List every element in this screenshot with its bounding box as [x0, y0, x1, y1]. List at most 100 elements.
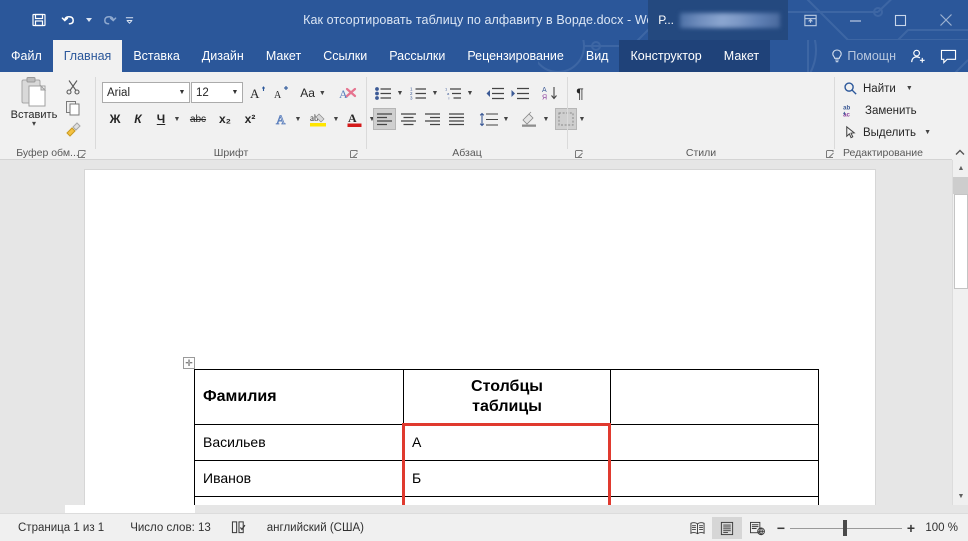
table-cell-surname[interactable]: Васильев	[195, 425, 404, 461]
font-size-combo[interactable]: 12 ▼	[191, 82, 243, 103]
font-family-dropdown-icon[interactable]: ▼	[175, 89, 189, 96]
word-count-status[interactable]: Число слов: 13	[130, 522, 211, 534]
print-layout-icon[interactable]	[712, 517, 742, 539]
scroll-down-icon[interactable]: ▼	[953, 488, 968, 505]
underline-button[interactable]: Ч	[150, 108, 172, 130]
collapse-ribbon-button[interactable]	[952, 144, 968, 160]
align-right-button[interactable]	[421, 108, 444, 130]
document-area[interactable]: ✛ Фамилия Столбцы таблицы Васильев А	[0, 160, 952, 505]
multilevel-list-dropdown-icon[interactable]: ▼	[464, 82, 476, 104]
underline-dropdown-icon[interactable]: ▼	[171, 108, 183, 130]
tab-design[interactable]: Дизайн	[191, 40, 255, 72]
shading-dropdown-icon[interactable]: ▼	[540, 108, 552, 130]
table-header-cell-surname[interactable]: Фамилия	[195, 370, 404, 425]
line-spacing-button[interactable]	[477, 108, 501, 130]
font-color-button[interactable]: A	[344, 108, 366, 130]
change-case-button[interactable]: Aa ▼	[296, 82, 330, 104]
tab-layout[interactable]: Макет	[255, 40, 312, 72]
table-move-handle[interactable]: ✛	[183, 357, 195, 369]
sort-button[interactable]: А Я	[539, 82, 563, 104]
page-number-status[interactable]: Страница 1 из 1	[18, 522, 104, 534]
redo-icon[interactable]	[96, 8, 122, 32]
numbering-dropdown-icon[interactable]: ▼	[429, 82, 441, 104]
tab-table-design[interactable]: Конструктор	[619, 40, 712, 72]
zoom-level-label[interactable]: 100 %	[920, 522, 968, 534]
scroll-up-icon[interactable]: ▲	[953, 160, 968, 177]
superscript-button[interactable]: x²	[238, 108, 262, 130]
document-table[interactable]: Фамилия Столбцы таблицы Васильев А Ив	[194, 369, 819, 505]
tab-table-layout[interactable]: Макет	[713, 40, 770, 72]
grow-font-button[interactable]: A	[247, 82, 269, 104]
tab-insert[interactable]: Вставка	[122, 40, 190, 72]
scrollbar-thumb[interactable]	[954, 194, 968, 289]
tab-file[interactable]: Файл	[0, 40, 53, 72]
tab-review[interactable]: Рецензирование	[456, 40, 575, 72]
text-effects-dropdown-icon[interactable]: ▼	[292, 108, 304, 130]
subscript-button[interactable]: x₂	[213, 108, 237, 130]
account-area[interactable]: Р...	[648, 0, 788, 40]
close-icon[interactable]	[923, 0, 968, 40]
clipboard-dialog-launcher[interactable]	[78, 150, 86, 158]
share-person-icon[interactable]	[904, 41, 932, 71]
table-cell-extra[interactable]	[611, 461, 819, 497]
select-button[interactable]: Выделить ▼	[843, 122, 931, 143]
bold-button[interactable]: Ж	[104, 108, 126, 130]
zoom-out-button[interactable]: −	[772, 520, 790, 536]
font-size-dropdown-icon[interactable]: ▼	[228, 89, 242, 96]
tab-mailings[interactable]: Рассылки	[378, 40, 456, 72]
text-effects-button[interactable]: A	[271, 108, 293, 130]
styles-dialog-launcher[interactable]	[826, 150, 834, 158]
tab-view[interactable]: Вид	[575, 40, 620, 72]
maximize-icon[interactable]	[878, 0, 923, 40]
replace-button[interactable]: ab ac Заменить	[843, 100, 917, 121]
table-header-cell-empty[interactable]	[611, 370, 819, 425]
justify-button[interactable]	[445, 108, 468, 130]
table-row[interactable]: Васильев А	[195, 425, 819, 461]
undo-dropdown-icon[interactable]	[84, 8, 93, 32]
vertical-scrollbar[interactable]: ▲ ▼	[952, 160, 968, 505]
table-row[interactable]: Иванов Б	[195, 461, 819, 497]
align-center-button[interactable]	[397, 108, 420, 130]
table-cell-letter[interactable]: Б	[404, 461, 611, 497]
tab-home[interactable]: Главная	[53, 40, 123, 72]
line-spacing-dropdown-icon[interactable]: ▼	[500, 108, 512, 130]
comments-icon[interactable]	[934, 41, 962, 71]
save-icon[interactable]	[26, 8, 52, 32]
increase-indent-button[interactable]	[508, 82, 532, 104]
shading-button[interactable]	[517, 108, 541, 130]
ribbon-display-options-icon[interactable]	[788, 0, 833, 40]
table-header-cell-columns[interactable]: Столбцы таблицы	[404, 370, 611, 425]
tab-references[interactable]: Ссылки	[312, 40, 378, 72]
font-dialog-launcher[interactable]	[350, 150, 358, 158]
proofing-status-icon[interactable]	[231, 520, 247, 535]
table-cell-surname[interactable]: Иванов	[195, 461, 404, 497]
strikethrough-button[interactable]: abc	[185, 108, 211, 130]
read-mode-icon[interactable]	[682, 517, 712, 539]
tell-me-box[interactable]: Помощн	[825, 49, 902, 63]
shrink-font-button[interactable]: A	[270, 82, 292, 104]
table-row[interactable]: Смирнов В	[195, 497, 819, 506]
table-cell-extra[interactable]	[611, 497, 819, 506]
bullets-dropdown-icon[interactable]: ▼	[394, 82, 406, 104]
paste-button[interactable]: Вставить ▾	[8, 76, 60, 138]
multilevel-list-button[interactable]: 1 a i	[443, 82, 465, 104]
copy-icon[interactable]	[62, 98, 84, 117]
web-layout-icon[interactable]	[742, 517, 772, 539]
zoom-slider[interactable]	[790, 517, 902, 539]
find-button[interactable]: Найти ▼	[843, 78, 913, 99]
table-cell-surname[interactable]: Смирнов	[195, 497, 404, 506]
font-family-combo[interactable]: Arial ▼	[102, 82, 190, 103]
table-header-row[interactable]: Фамилия Столбцы таблицы	[195, 370, 819, 425]
minimize-icon[interactable]	[833, 0, 878, 40]
table-cell-extra[interactable]	[611, 425, 819, 461]
scroll-track-top[interactable]	[953, 177, 968, 194]
format-painter-icon[interactable]	[62, 119, 84, 138]
decrease-indent-button[interactable]	[483, 82, 507, 104]
find-dropdown-icon[interactable]: ▼	[906, 85, 913, 92]
language-status[interactable]: английский (США)	[267, 522, 364, 534]
highlight-dropdown-icon[interactable]: ▼	[330, 108, 342, 130]
cut-icon[interactable]	[62, 77, 84, 96]
align-left-button[interactable]	[373, 108, 396, 130]
zoom-in-button[interactable]: +	[902, 520, 920, 536]
highlight-button[interactable]: ab	[306, 108, 330, 130]
